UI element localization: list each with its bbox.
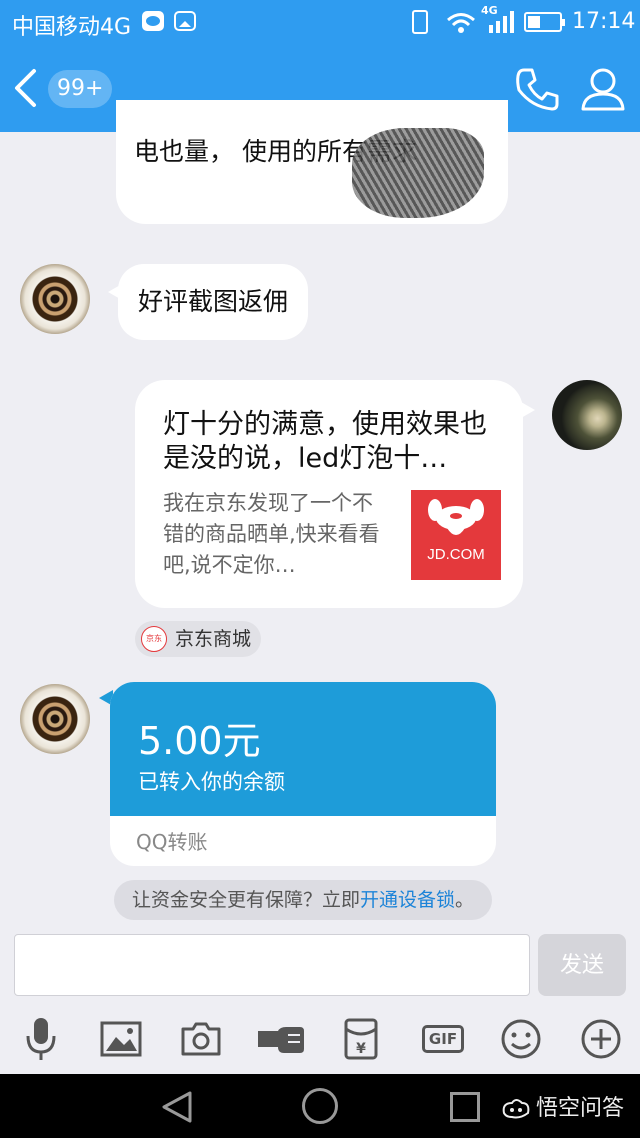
emoji-icon <box>501 1019 541 1059</box>
notice-text: 让资金安全更有保障？立即 <box>132 889 361 911</box>
call-button[interactable] <box>512 64 562 114</box>
transfer-header: 5.00元 已转入你的余额 <box>110 682 496 816</box>
svg-text:¥: ¥ <box>356 1041 366 1057</box>
contact-avatar[interactable] <box>20 684 90 754</box>
shared-product-card[interactable]: 灯十分的满意，使用效果也是没的说，led灯泡十… 我在京东发现了一个不错的商品晒… <box>135 380 535 608</box>
wifi-icon <box>447 13 475 33</box>
enable-device-lock-link[interactable]: 开通设备锁 <box>360 889 455 911</box>
jd-logo: JD.COM <box>411 490 501 580</box>
more-button[interactable] <box>576 1014 626 1064</box>
back-chevron-icon <box>15 69 36 107</box>
message-input[interactable] <box>14 934 530 996</box>
contact-avatar[interactable] <box>20 264 90 334</box>
message-bubble: 好评截图返佣 <box>107 264 309 340</box>
watermark: 悟空问答 <box>500 1090 624 1122</box>
phone-icon <box>516 68 559 111</box>
gallery-icon <box>174 11 196 31</box>
transfer-description: 已转入你的余额 <box>138 770 285 794</box>
share-description: 我在京东发现了一个不错的商品晒单,快来看看吧,说不定你… <box>163 491 380 577</box>
composer: 发送 <box>0 926 640 1004</box>
status-bar: 中国移动4G 4G 17:14 <box>0 0 640 44</box>
system-back-icon[interactable] <box>160 1090 194 1124</box>
carrier-name: 中国移动4G <box>12 15 132 40</box>
jd-dog-icon <box>428 499 484 535</box>
unread-count-badge: 99+ <box>48 70 113 108</box>
qq-transfer-card[interactable]: 5.00元 已转入你的余额 QQ转账 <box>110 682 496 866</box>
profile-button[interactable] <box>578 64 628 114</box>
signal-icon <box>489 11 514 33</box>
gif-button[interactable]: GIF <box>416 1014 470 1064</box>
wechat-icon <box>142 11 164 31</box>
security-notice: 让资金安全更有保障？立即开通设备锁。 <box>114 880 493 920</box>
send-button[interactable]: 发送 <box>538 934 626 996</box>
watermark-logo-icon <box>502 1099 530 1119</box>
share-source-label: 京东商城 <box>175 628 252 650</box>
emoji-button[interactable] <box>496 1014 546 1064</box>
battery-icon <box>524 12 565 32</box>
poke-button[interactable] <box>256 1014 306 1064</box>
share-title: 灯十分的满意，使用效果也是没的说，led灯泡十… <box>163 409 487 474</box>
back-button[interactable]: 99+ <box>8 66 113 112</box>
system-recents-icon[interactable] <box>450 1092 480 1122</box>
microphone-icon <box>26 1018 56 1060</box>
watermark-text: 悟空问答 <box>536 1096 625 1121</box>
share-source-tag[interactable]: 京东 京东商城 <box>135 621 262 657</box>
profile-icon <box>581 68 625 111</box>
vibrate-icon <box>412 10 428 34</box>
transfer-footer: QQ转账 <box>136 830 208 854</box>
jd-source-icon: 京东 <box>141 626 167 652</box>
message-text: 好评截图返佣 <box>138 287 289 316</box>
plus-icon <box>581 1019 621 1059</box>
red-packet-icon: ¥ <box>344 1018 378 1060</box>
hand-icon <box>258 1027 304 1053</box>
system-home-icon[interactable] <box>302 1088 338 1124</box>
jd-logo-text: JD.COM <box>427 546 485 563</box>
system-navigation-bar: 悟空问答 <box>0 1074 640 1138</box>
image-icon <box>100 1021 142 1057</box>
voice-button[interactable] <box>16 1014 66 1064</box>
red-packet-button[interactable]: ¥ <box>336 1014 386 1064</box>
transfer-amount: 5.00元 <box>138 719 261 763</box>
camera-icon <box>181 1022 221 1056</box>
redaction-scribble <box>352 128 484 218</box>
clock: 17:14 <box>572 9 636 34</box>
notice-end: 。 <box>455 889 475 911</box>
my-avatar[interactable] <box>552 380 622 450</box>
gif-icon: GIF <box>421 1025 465 1053</box>
image-button[interactable] <box>96 1014 146 1064</box>
input-toolbar: ¥ GIF <box>0 1004 640 1074</box>
camera-button[interactable] <box>176 1014 226 1064</box>
